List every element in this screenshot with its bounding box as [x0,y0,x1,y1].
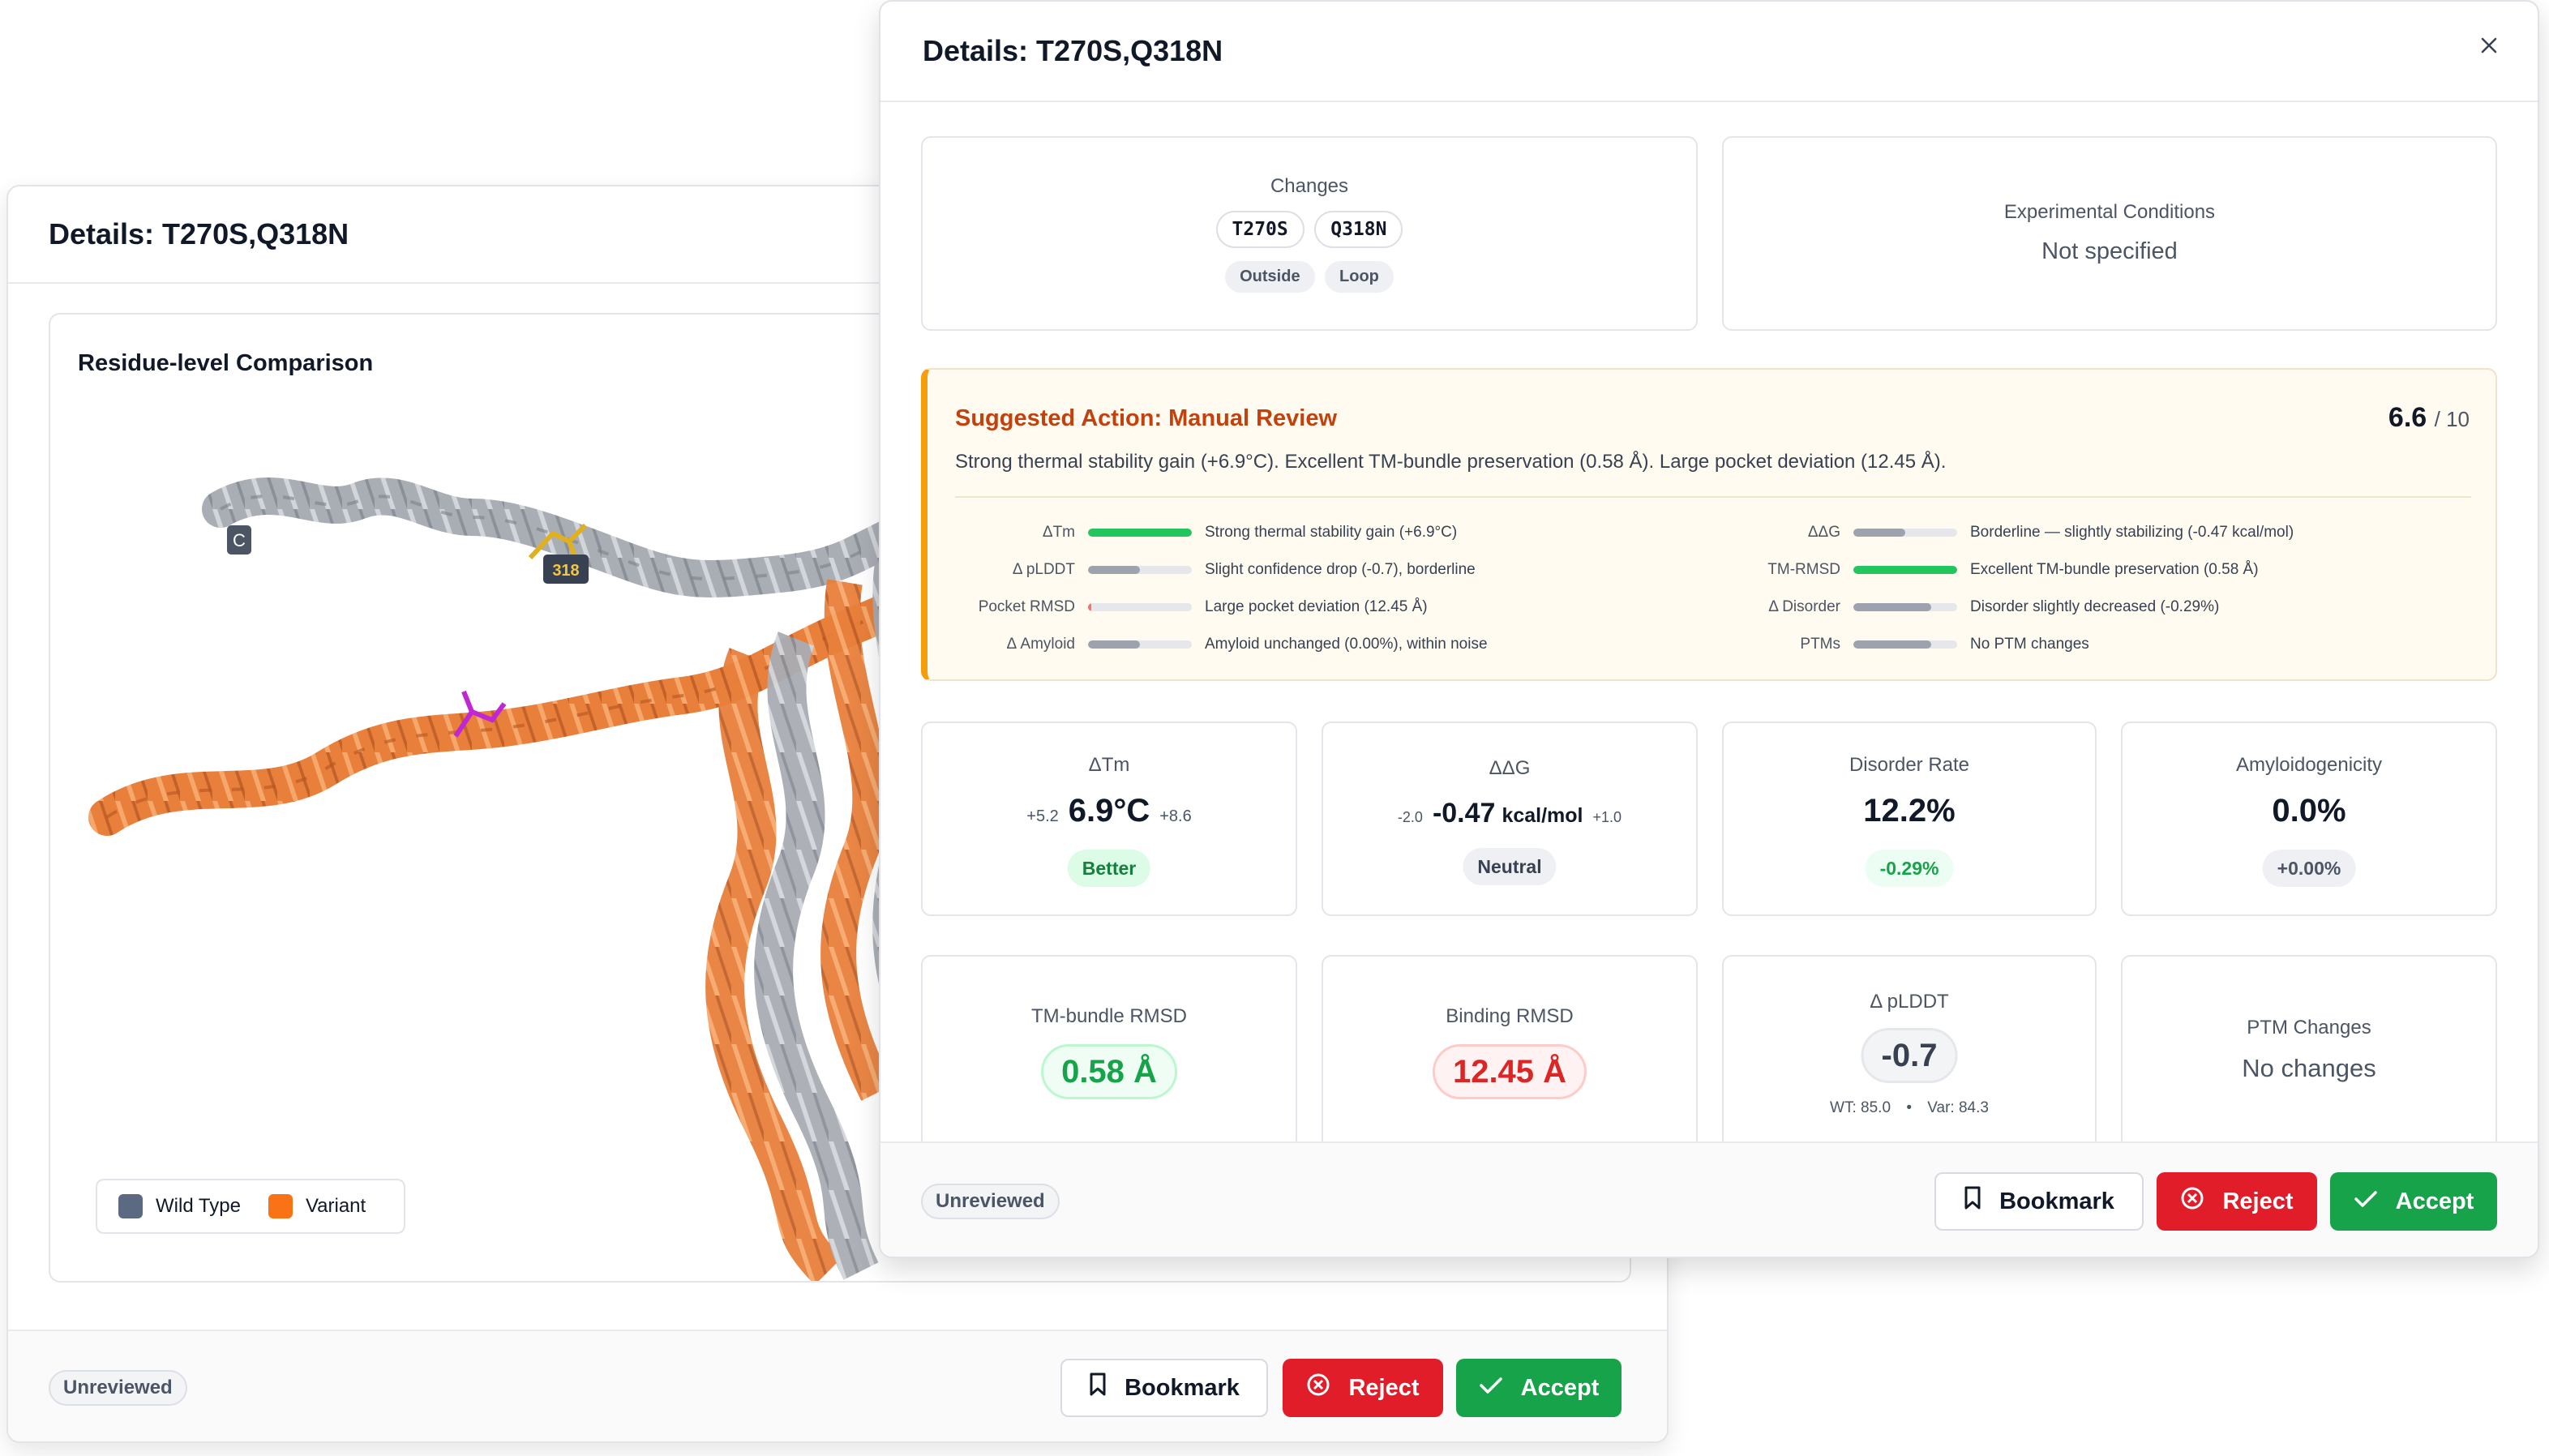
tm-bundle-rmsd-card: TM-bundle RMSD 0.58 Å [921,955,1297,1150]
suggestion-score: 6.6 / 10 [2388,402,2470,433]
check-icon [2354,1188,2378,1215]
ddg-unit: kcal/mol [1502,804,1583,827]
wild-type-label: Wild Type [156,1195,241,1217]
metric-bar [1088,603,1192,611]
plddt-detail: WT: 85.0 • Var: 84.3 [1830,1099,1989,1116]
metric-row: Δ pLDDT Slight confidence drop (-0.7), b… [1012,561,1476,578]
x-circle-icon [2180,1186,2204,1217]
binding-rmsd-value: 12.45 Å [1432,1044,1587,1099]
accept-button[interactable]: Accept [1456,1359,1622,1417]
changes-card: Changes T270S Q318N Outside Loop [921,136,1698,331]
metric-row: TM-RMSD Excellent TM-bundle preservation… [1767,561,2259,578]
review-status-badge: Unreviewed [921,1184,1060,1219]
review-status-badge: Unreviewed [49,1370,187,1406]
c-terminus-marker: C [227,525,251,555]
amyloidogenicity-card: Amyloidogenicity 0.0% +0.00% [2121,722,2497,916]
region-chip: Loop [1325,261,1394,293]
tm-rmsd-value: 0.58 Å [1041,1044,1177,1099]
bookmark-icon [1964,1186,1981,1217]
ptm-value: No changes [2242,1054,2376,1082]
metric-row: PTMs No PTM changes [1800,636,2089,653]
amyloid-value: 0.0% [2272,793,2346,829]
dtm-high: +8.6 [1159,807,1192,825]
x-circle-icon [1306,1372,1330,1403]
metric-row: Δ Disorder Disorder slightly decreased (… [1768,598,2220,615]
back-dialog-title: Details: T270S,Q318N [49,217,349,251]
wild-type-swatch [118,1194,143,1218]
reject-button[interactable]: Reject [2157,1172,2317,1231]
metric-bar [1853,529,1957,537]
front-dialog-title: Details: T270S,Q318N [923,34,1223,67]
back-dialog-footer: Unreviewed Bookmark Reject Accept [8,1330,1667,1441]
changes-caption: Changes [1270,175,1349,197]
delta-tm-card: ΔTm +5.2 6.9°C +8.6 Better [921,722,1297,916]
suggestion-summary: Strong thermal stability gain (+6.9°C). … [955,451,1947,473]
check-icon [1479,1375,1503,1402]
disorder-value: 12.2% [1863,793,1956,829]
metric-row: ΔTm Strong thermal stability gain (+6.9°… [1042,524,1458,541]
bookmark-icon [1089,1372,1107,1403]
suggestion-divider [955,496,2471,498]
variant-label: Variant [305,1195,366,1217]
dtm-value: 6.9°C [1068,793,1150,829]
close-button[interactable] [2470,28,2508,66]
bookmark-button[interactable]: Bookmark [1060,1359,1268,1417]
structure-legend: Wild Type Variant [96,1179,405,1234]
ddg-value: -0.47 [1432,798,1496,829]
metric-row: Pocket RMSD Large pocket deviation (12.4… [978,598,1428,615]
variant-swatch [268,1194,293,1218]
metric-bar [1088,566,1192,574]
delta-plddt-card: Δ pLDDT -0.7 WT: 85.0 • Var: 84.3 [1722,955,2097,1150]
suggested-action-title: Suggested Action: Manual Review [955,405,1338,431]
metric-row: Δ Amyloid Amyloid unchanged (0.00%), wit… [1006,636,1488,653]
front-dialog-header: Details: T270S,Q318N [880,2,2538,102]
metric-bar [1853,603,1957,611]
svg-text:318: 318 [552,562,579,580]
ptm-changes-card: PTM Changes No changes [2121,955,2497,1150]
region-chip: Outside [1225,261,1315,293]
ddg-high: +1.0 [1592,809,1622,825]
metric-bar [1088,640,1192,649]
disorder-rate-card: Disorder Rate 12.2% -0.29% [1722,722,2097,916]
residue-318-marker: 318 [543,555,589,584]
viewer-title: Residue-level Comparison [78,350,374,376]
dtm-badge: Better [1067,850,1151,887]
amyloid-badge: +0.00% [2262,850,2356,887]
experimental-conditions-card: Experimental Conditions Not specified [1722,136,2497,331]
metric-row: ΔΔG Borderline — slightly stabilizing (-… [1807,524,2294,541]
mutation-chip: Q318N [1314,211,1403,248]
binding-rmsd-card: Binding RMSD 12.45 Å [1322,955,1698,1150]
ddg-badge: Neutral [1463,848,1557,885]
accept-button[interactable]: Accept [2330,1172,2497,1231]
plddt-value: -0.7 [1861,1028,1958,1083]
metric-bar [1853,640,1957,649]
dtm-low: +5.2 [1026,807,1059,825]
reject-button[interactable]: Reject [1283,1359,1443,1417]
metric-bar [1853,566,1957,574]
front-details-dialog: Details: T270S,Q318N Changes T270S Q318N… [879,0,2539,1258]
ddg-low: -2.0 [1397,809,1423,825]
conditions-caption: Experimental Conditions [2003,201,2216,223]
disorder-badge: -0.29% [1865,850,1954,887]
close-icon [2479,36,2499,59]
mutation-chip: T270S [1215,211,1304,248]
bookmark-button[interactable]: Bookmark [1934,1172,2144,1231]
front-dialog-footer: Unreviewed Bookmark Reject Accept [880,1141,2538,1257]
conditions-value: Not specified [2041,238,2178,264]
metric-bar [1088,529,1192,537]
suggested-action-card: Suggested Action: Manual Review 6.6 / 10… [921,368,2497,681]
svg-text:C: C [233,530,246,550]
delta-delta-g-card: ΔΔG -2.0 -0.47 kcal/mol +1.0 Neutral [1322,722,1698,916]
